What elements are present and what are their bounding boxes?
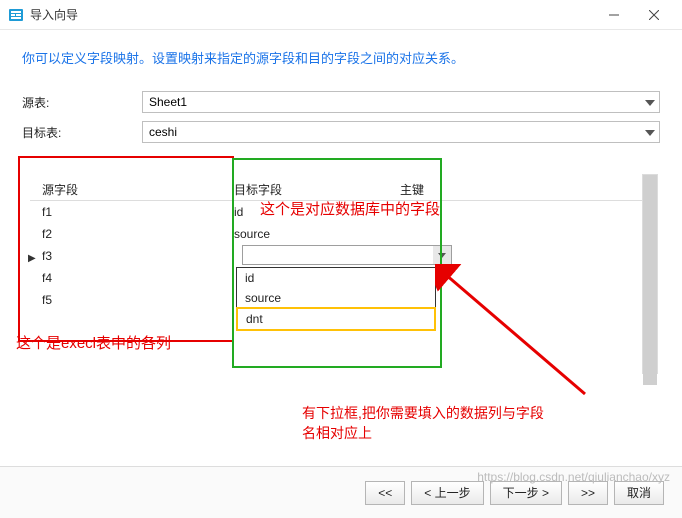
next-button[interactable]: 下一步 > bbox=[490, 481, 562, 505]
target-table-select[interactable]: ceshi bbox=[142, 121, 660, 143]
table-row[interactable]: f2 source bbox=[30, 223, 652, 245]
combo-option[interactable]: source bbox=[237, 288, 435, 308]
cell-source: f2 bbox=[30, 227, 230, 241]
prev-button[interactable]: < 上一步 bbox=[411, 481, 483, 505]
watermark-text: https://blog.csdn.net/qiulianchao/xyz bbox=[477, 470, 670, 484]
header-source-field: 源字段 bbox=[30, 181, 230, 198]
app-icon bbox=[8, 7, 24, 23]
chevron-down-icon bbox=[645, 125, 655, 139]
annotation-line: 名相对应上 bbox=[302, 425, 372, 441]
cell-source-text: f3 bbox=[42, 249, 52, 263]
header-target-field: 目标字段 bbox=[230, 181, 400, 198]
chevron-down-icon[interactable] bbox=[433, 246, 451, 264]
target-table-label: 目标表: bbox=[22, 124, 142, 141]
cell-source: f1 bbox=[30, 205, 230, 219]
cell-source: f4 bbox=[30, 271, 230, 285]
first-button[interactable]: << bbox=[365, 481, 405, 505]
scrollbar-thumb[interactable] bbox=[643, 175, 657, 385]
cell-target[interactable]: source bbox=[230, 227, 400, 241]
target-table-value: ceshi bbox=[149, 125, 177, 139]
close-button[interactable] bbox=[634, 0, 674, 30]
combo-option[interactable]: dnt bbox=[236, 307, 436, 331]
cell-source: ▶ f3 bbox=[30, 249, 230, 263]
cell-source: f5 bbox=[30, 293, 230, 307]
chevron-down-icon bbox=[645, 95, 655, 109]
annotation-text-green: 这个是对应数据库中的字段 bbox=[260, 198, 440, 219]
last-button[interactable]: >> bbox=[568, 481, 608, 505]
annotation-text-left: 这个是execl表中的各列 bbox=[16, 332, 171, 353]
target-table-row: 目标表: ceshi bbox=[22, 121, 660, 143]
window-titlebar: 导入向导 bbox=[0, 0, 682, 30]
target-field-combobox[interactable] bbox=[242, 245, 452, 265]
source-table-value: Sheet1 bbox=[149, 95, 187, 109]
window-title: 导入向导 bbox=[30, 6, 594, 23]
vertical-scrollbar[interactable] bbox=[642, 174, 658, 374]
source-table-label: 源表: bbox=[22, 94, 142, 111]
combo-option[interactable]: id bbox=[237, 268, 435, 288]
header-primary-key: 主键 bbox=[400, 181, 470, 198]
source-table-row: 源表: Sheet1 bbox=[22, 91, 660, 113]
row-pointer-icon: ▶ bbox=[28, 253, 36, 264]
minimize-button[interactable] bbox=[594, 0, 634, 30]
annotation-line: 有下拉框,把你需要填入的数据列与字段 bbox=[302, 405, 544, 421]
combobox-dropdown[interactable]: id source dnt bbox=[236, 267, 436, 331]
cancel-button[interactable]: 取消 bbox=[614, 481, 664, 505]
source-table-select[interactable]: Sheet1 bbox=[142, 91, 660, 113]
annotation-text-bottom: 有下拉框,把你需要填入的数据列与字段 名相对应上 bbox=[302, 403, 544, 444]
wizard-description: 你可以定义字段映射。设置映射来指定的源字段和目的字段之间的对应关系。 bbox=[0, 30, 682, 91]
form-area: 源表: Sheet1 目标表: ceshi bbox=[0, 91, 682, 161]
